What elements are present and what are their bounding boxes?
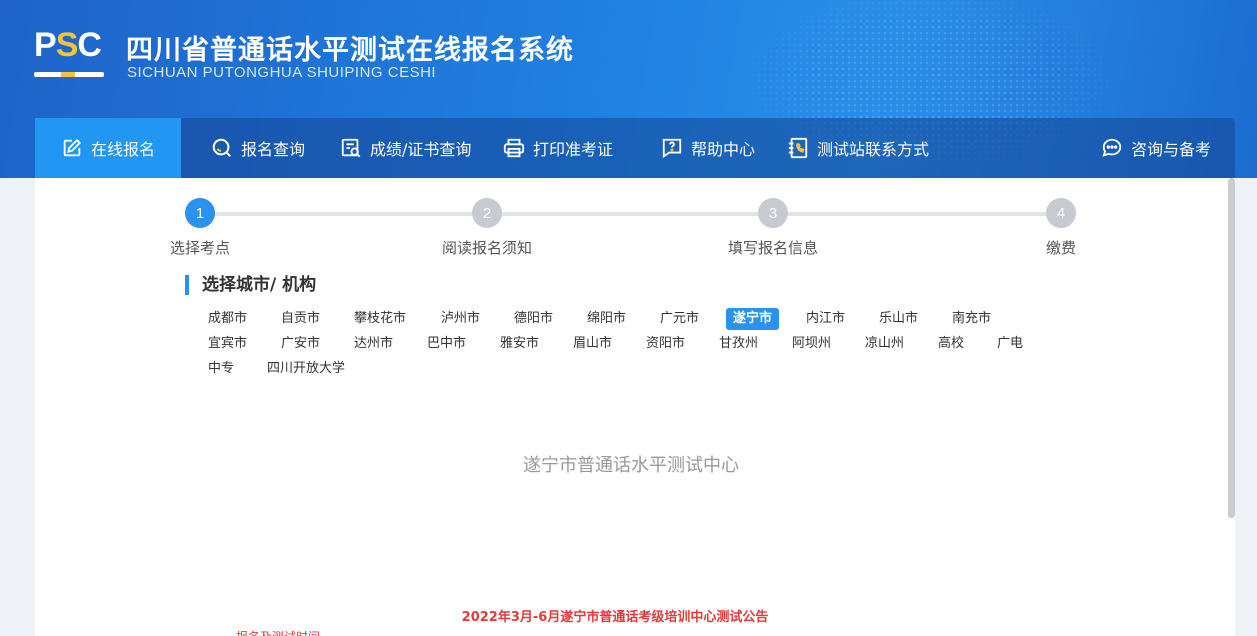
nav-label: 咨询与备考	[1131, 140, 1212, 159]
nav-test-station-contacts[interactable]: 测试站联系方式	[787, 118, 929, 178]
city-option[interactable]: 泸州市	[434, 308, 487, 330]
city-option[interactable]: 自贡市	[274, 308, 327, 330]
step-read-notice: 2 阅读报名须知	[407, 198, 567, 258]
step-label: 缴费	[1045, 239, 1076, 257]
city-option[interactable]: 巴中市	[420, 333, 473, 355]
city-option[interactable]: 高校	[931, 333, 971, 355]
help-icon	[662, 138, 682, 158]
city-option[interactable]: 广安市	[274, 333, 327, 355]
nav-label: 成绩/证书查询	[370, 140, 472, 159]
city-option[interactable]: 雅安市	[493, 333, 546, 355]
city-option[interactable]: 南充市	[945, 308, 998, 330]
step-payment: 4 缴费	[981, 198, 1141, 258]
nav-label: 报名查询	[241, 140, 306, 159]
certificate-search-icon	[341, 138, 361, 158]
city-option[interactable]: 阿坝州	[785, 333, 838, 355]
city-option[interactable]: 绵阳市	[580, 308, 633, 330]
chat-icon	[1102, 138, 1122, 157]
search-icon	[212, 138, 231, 157]
announcement-title[interactable]: 2022年3月-6月遂宁市普通话考级培训中心测试公告	[0, 606, 1230, 625]
city-option[interactable]: 宜宾市	[201, 333, 254, 355]
edit-icon	[63, 138, 82, 157]
step-number: 1	[185, 198, 215, 228]
city-option[interactable]: 内江市	[799, 308, 852, 330]
printer-icon	[503, 138, 525, 158]
step-select-test-site: 1 选择考点	[120, 198, 280, 258]
city-option[interactable]: 攀枝花市	[347, 308, 413, 330]
city-option[interactable]: 广元市	[653, 308, 706, 330]
step-number: 3	[758, 198, 788, 228]
step-label: 阅读报名须知	[441, 239, 532, 257]
city-option[interactable]: 广电	[990, 333, 1030, 355]
site-title: 四川省普通话水平测试在线报名系统	[126, 35, 574, 66]
nav-print-admission-ticket[interactable]: 打印准考证	[503, 118, 613, 178]
nav-label: 测试站联系方式	[817, 140, 930, 159]
city-option-selected[interactable]: 遂宁市	[726, 308, 780, 330]
nav-label: 在线报名	[91, 140, 156, 159]
city-option[interactable]: 达州市	[347, 333, 400, 355]
section-title: 选择城市/ 机构	[185, 275, 316, 295]
main-nav: 在线报名 报名查询 成绩/证书查询 打印准考证 帮助中心 测试站联系方式 咨询与…	[35, 118, 1235, 178]
step-fill-info: 3 填写报名信息	[693, 198, 853, 258]
step-label: 填写报名信息	[727, 239, 818, 257]
city-option[interactable]: 凉山州	[858, 333, 911, 355]
step-number: 2	[472, 198, 502, 228]
city-option[interactable]: 四川开放大学	[260, 358, 352, 380]
announcement-subheading: 一、报名及测试时间	[212, 628, 320, 636]
test-center-name: 遂宁市普通话水平测试中心	[523, 455, 739, 476]
city-option[interactable]: 眉山市	[566, 333, 619, 355]
step-number: 4	[1046, 198, 1076, 228]
nav-registration-query[interactable]: 报名查询	[211, 118, 305, 178]
nav-score-certificate-query[interactable]: 成绩/证书查询	[340, 118, 471, 178]
site-subtitle: SICHUAN PUTONGHUA SHUIPING CESHI	[127, 64, 437, 81]
city-option[interactable]: 德阳市	[507, 308, 560, 330]
city-option[interactable]: 资阳市	[639, 333, 692, 355]
nav-label: 打印准考证	[533, 140, 614, 159]
nav-help-center[interactable]: 帮助中心	[661, 118, 755, 178]
psc-logo: PSC	[34, 26, 106, 80]
nav-label: 帮助中心	[691, 140, 756, 159]
nav-online-registration[interactable]: 在线报名	[35, 118, 182, 178]
nav-consultation-preparation[interactable]: 咨询与备考	[1101, 118, 1211, 178]
phone-book-icon	[788, 137, 808, 159]
city-option[interactable]: 成都市	[201, 308, 254, 330]
city-option[interactable]: 中专	[201, 358, 241, 380]
city-option[interactable]: 乐山市	[872, 308, 925, 330]
step-label: 选择考点	[169, 239, 230, 257]
city-option[interactable]: 甘孜州	[712, 333, 765, 355]
steps-progress-track	[200, 212, 1062, 216]
